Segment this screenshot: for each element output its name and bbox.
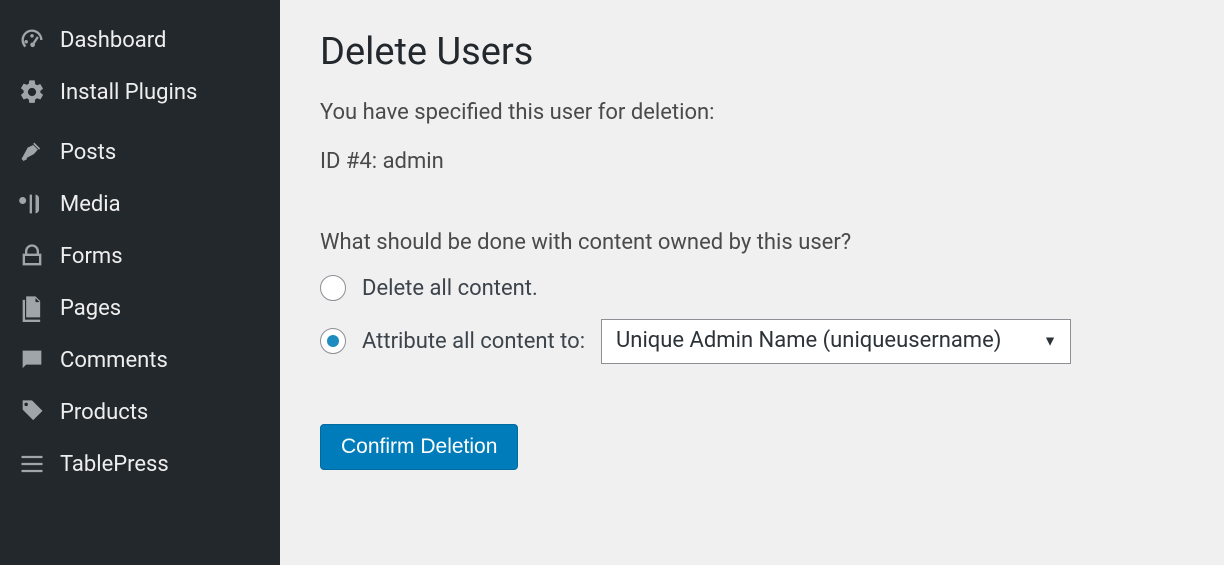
confirm-deletion-button[interactable]: Confirm Deletion [320, 424, 518, 470]
sidebar-item-posts[interactable]: Posts [0, 126, 280, 178]
sidebar-item-label: Products [60, 400, 148, 425]
attribute-user-select[interactable]: Unique Admin Name (uniqueusername) [601, 319, 1071, 364]
sidebar-item-forms[interactable]: Forms [0, 230, 280, 282]
option-delete-label: Delete all content. [362, 276, 538, 301]
sidebar-item-label: Media [60, 192, 121, 217]
sidebar-item-dashboard[interactable]: Dashboard [0, 14, 280, 66]
user-id-line: ID #4: admin [320, 149, 1184, 174]
tag-icon [18, 398, 46, 426]
radio-delete[interactable] [320, 275, 346, 301]
pin-icon [18, 138, 46, 166]
intro-text: You have specified this user for deletio… [320, 100, 1184, 125]
forms-icon [18, 242, 46, 270]
sidebar-item-install-plugins[interactable]: Install Plugins [0, 66, 280, 118]
media-icon [18, 190, 46, 218]
sidebar-item-pages[interactable]: Pages [0, 282, 280, 334]
content-options: Delete all content. Attribute all conten… [320, 275, 1184, 364]
sidebar-item-label: Pages [60, 296, 121, 321]
comment-icon [18, 346, 46, 374]
sidebar-item-label: Dashboard [60, 28, 166, 53]
gear-icon [18, 78, 46, 106]
sidebar-item-label: Comments [60, 348, 168, 373]
content-question: What should be done with content owned b… [320, 230, 1184, 255]
gauge-icon [18, 26, 46, 54]
sidebar-item-label: Forms [60, 244, 123, 269]
sidebar-item-label: TablePress [60, 452, 169, 477]
sidebar-item-comments[interactable]: Comments [0, 334, 280, 386]
admin-sidebar: Dashboard Install Plugins Posts Media Fo… [0, 0, 280, 565]
sidebar-item-label: Install Plugins [60, 80, 197, 105]
list-icon [18, 450, 46, 478]
sidebar-item-media[interactable]: Media [0, 178, 280, 230]
main-content: Delete Users You have specified this use… [280, 0, 1224, 565]
option-delete-content[interactable]: Delete all content. [320, 275, 1184, 301]
option-attribute-content[interactable]: Attribute all content to: Unique Admin N… [320, 319, 1184, 364]
pages-icon [18, 294, 46, 322]
sidebar-item-label: Posts [60, 140, 116, 165]
option-attribute-label: Attribute all content to: [362, 329, 585, 354]
sidebar-item-tablepress[interactable]: TablePress [0, 438, 280, 490]
sidebar-item-products[interactable]: Products [0, 386, 280, 438]
radio-attribute[interactable] [320, 328, 346, 354]
page-title: Delete Users [320, 30, 1184, 74]
